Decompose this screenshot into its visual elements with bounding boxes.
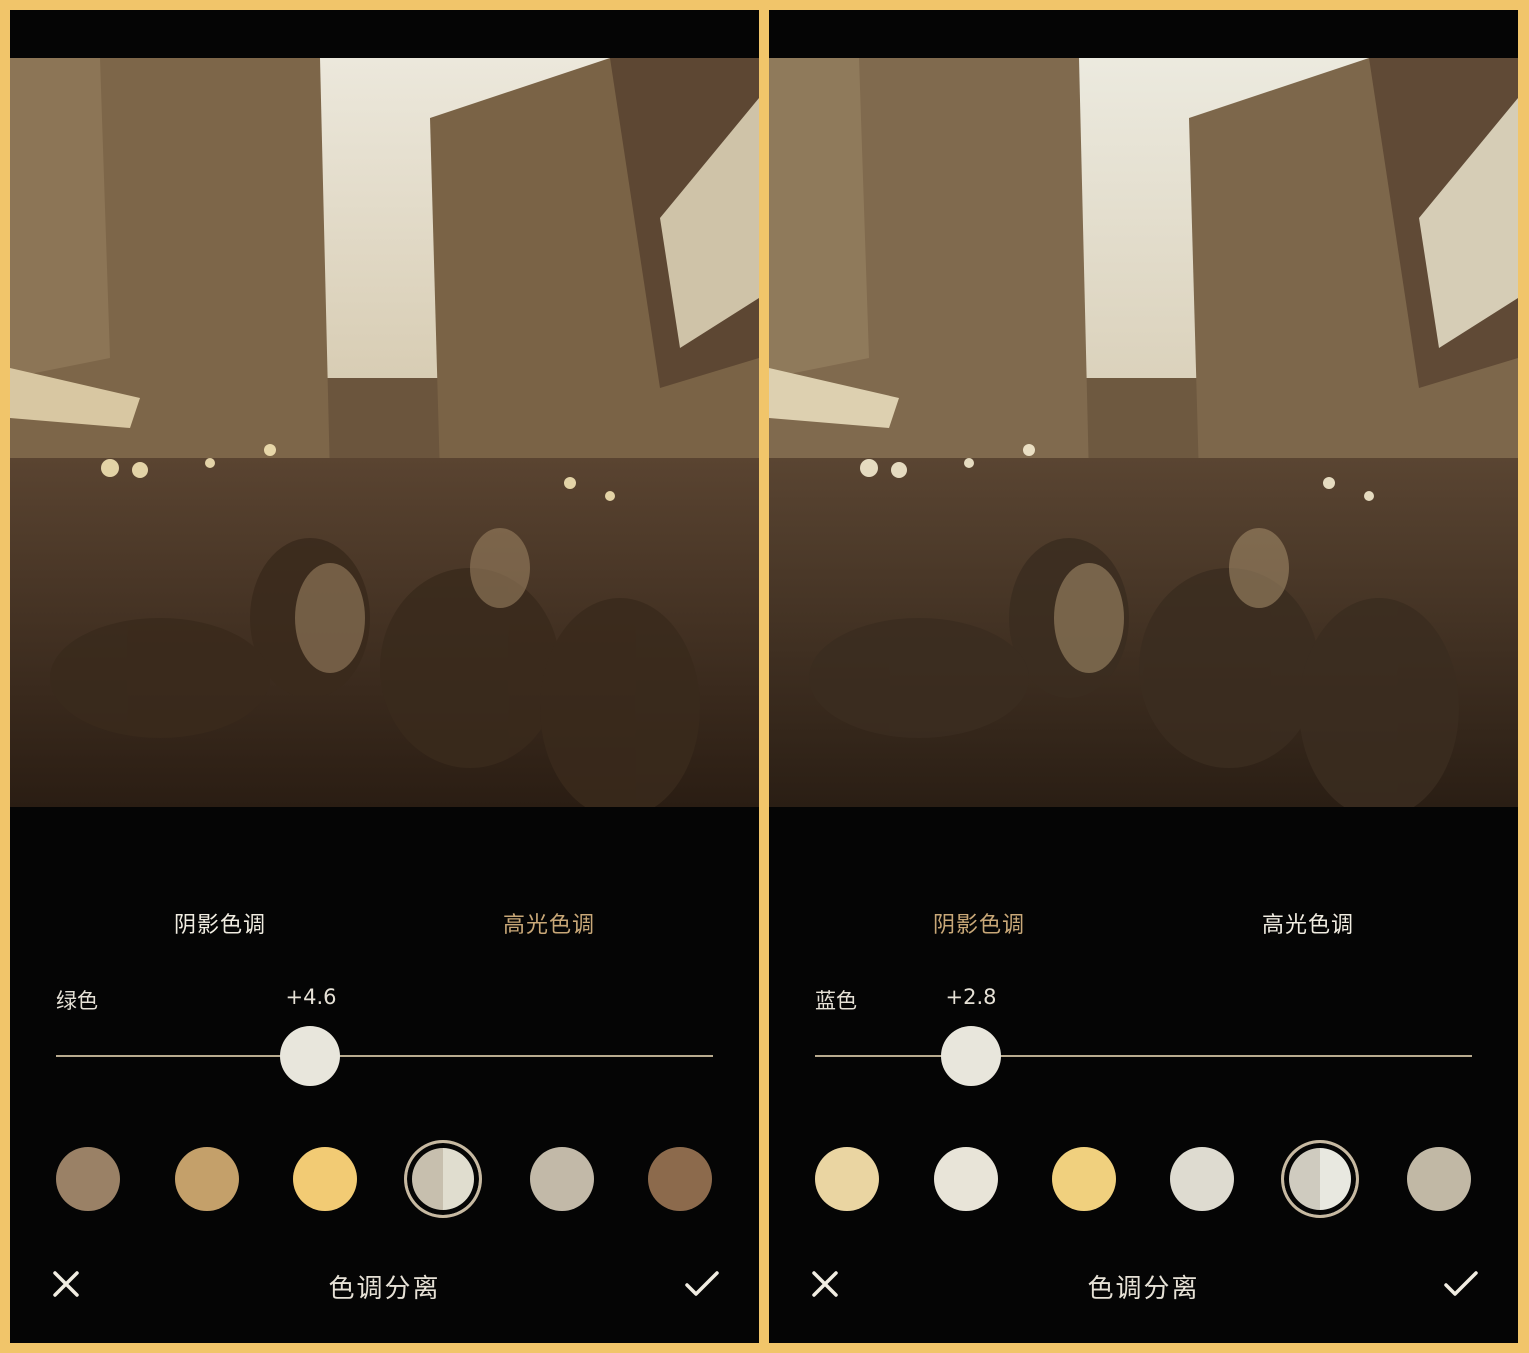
slider-value: +4.6 xyxy=(285,985,337,1009)
swatch-brown[interactable] xyxy=(648,1147,712,1211)
editor-panel-right: 阴影色调 高光色调 蓝色 +2.8 色调分离 xyxy=(769,10,1518,1343)
page-title: 色调分离 xyxy=(328,1274,441,1304)
editor-panel-left: 阴影色调 高光色调 绿色 +4.6 色调分离 xyxy=(10,10,759,1343)
tab-shadow-tone[interactable]: 阴影色调 xyxy=(879,907,1079,939)
check-icon[interactable] xyxy=(684,1268,720,1300)
swatch-yellow[interactable] xyxy=(1052,1147,1116,1211)
swatch-split[interactable] xyxy=(404,1140,482,1218)
tone-tabs: 阴影色调 高光色调 xyxy=(10,907,759,941)
slider-thumb[interactable] xyxy=(280,1026,340,1086)
swatch-offwhite[interactable] xyxy=(1170,1147,1234,1211)
photo-preview xyxy=(769,58,1518,807)
check-icon[interactable] xyxy=(1443,1268,1479,1300)
slider-color-label: 绿色 xyxy=(56,989,98,1013)
slider-thumb[interactable] xyxy=(941,1026,1001,1086)
swatch-stone[interactable] xyxy=(1407,1147,1471,1211)
swatch-cream[interactable] xyxy=(815,1147,879,1211)
slider-value: +2.8 xyxy=(945,985,997,1009)
swatch-taupe[interactable] xyxy=(56,1147,120,1211)
swatch-yellow[interactable] xyxy=(293,1147,357,1211)
slider-color-label: 蓝色 xyxy=(815,989,857,1013)
photo-preview xyxy=(10,58,759,807)
page-title: 色调分离 xyxy=(1087,1274,1200,1304)
slider-track[interactable] xyxy=(815,1055,1472,1057)
tone-tabs: 阴影色调 高光色调 xyxy=(769,907,1518,941)
slider-track[interactable] xyxy=(56,1055,713,1057)
tab-highlight-tone[interactable]: 高光色调 xyxy=(1208,907,1408,939)
swatch-tan[interactable] xyxy=(175,1147,239,1211)
tab-highlight-tone[interactable]: 高光色调 xyxy=(449,907,649,939)
tab-shadow-tone[interactable]: 阴影色调 xyxy=(120,907,320,939)
swatch-split[interactable] xyxy=(1281,1140,1359,1218)
swatch-ivory[interactable] xyxy=(934,1147,998,1211)
swatch-grey[interactable] xyxy=(530,1147,594,1211)
